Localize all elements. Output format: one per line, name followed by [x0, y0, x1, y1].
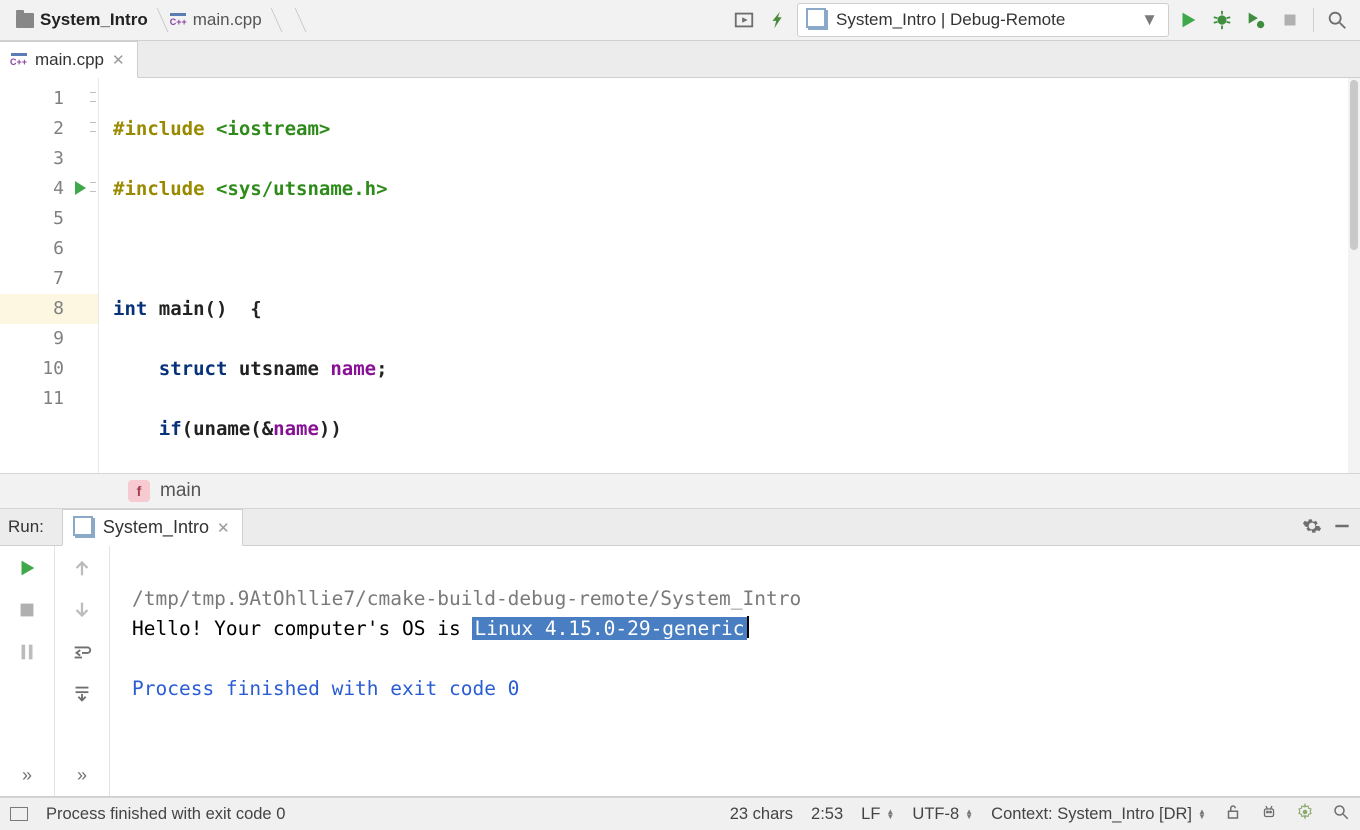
- code-token: utsname: [227, 358, 330, 380]
- status-context[interactable]: Context: System_Intro [DR]▲▼: [991, 805, 1206, 824]
- code-token: )): [319, 418, 342, 440]
- run-panel-label: Run:: [8, 517, 44, 537]
- soft-wrap-button[interactable]: [70, 640, 94, 664]
- line-number: 9: [53, 328, 64, 349]
- code-token: int: [113, 298, 147, 320]
- run-button[interactable]: [1173, 5, 1203, 35]
- toolbar-separator: [1313, 8, 1314, 32]
- status-chars: 23 chars: [730, 805, 793, 824]
- line-number: 11: [42, 388, 64, 409]
- run-gutter-icon[interactable]: [75, 181, 86, 195]
- cpp-file-icon: C++: [10, 53, 27, 67]
- status-encoding[interactable]: UTF-8▲▼: [912, 805, 973, 824]
- line-number: 1: [53, 88, 64, 109]
- scroll-to-end-button[interactable]: [70, 682, 94, 706]
- pause-button[interactable]: [15, 640, 39, 664]
- run-panel: » » /tmp/tmp.9AtOhllie7/cmake-build-debu…: [0, 546, 1360, 797]
- down-stack-button[interactable]: [70, 598, 94, 622]
- code-token: <iostream>: [216, 118, 330, 140]
- status-eol[interactable]: LF▲▼: [861, 805, 894, 824]
- up-stack-button[interactable]: [70, 556, 94, 580]
- ide-avatar-icon[interactable]: [1260, 803, 1278, 826]
- stop-button[interactable]: [1275, 5, 1305, 35]
- console-line: Process finished with exit code 0: [132, 677, 519, 700]
- close-tab-icon[interactable]: ✕: [112, 51, 125, 69]
- line-number: 2: [53, 118, 64, 139]
- tab-main-cpp[interactable]: C++ main.cpp ✕: [0, 41, 138, 78]
- more-actions[interactable]: »: [22, 765, 32, 786]
- console-line: /tmp/tmp.9AtOhllie7/cmake-build-debug-re…: [132, 587, 801, 610]
- chevron-down-icon: ▼: [1141, 10, 1158, 30]
- line-number: 6: [53, 238, 64, 259]
- function-icon: f: [128, 480, 150, 502]
- run-toolbar-left: »: [0, 546, 55, 796]
- build-button[interactable]: [763, 5, 793, 35]
- run-config-selector[interactable]: System_Intro | Debug-Remote ▼: [797, 3, 1169, 37]
- status-caret[interactable]: 2:53: [811, 805, 843, 824]
- tab-label: main.cpp: [35, 50, 104, 70]
- more-actions[interactable]: »: [77, 765, 87, 786]
- run-panel-header: Run: System_Intro ✕: [0, 509, 1360, 546]
- search-icon[interactable]: [1332, 803, 1350, 826]
- console-line: Hello! Your computer's OS is: [132, 617, 472, 640]
- line-number: 10: [42, 358, 64, 379]
- line-number: 8: [53, 298, 64, 319]
- code-token: struct: [113, 358, 227, 380]
- code-token: #include: [113, 178, 216, 200]
- line-gutter: 1 2 3 4 5 6 7 8 9 10 11: [0, 78, 99, 473]
- run-toolbar-left2: »: [55, 546, 110, 796]
- code-token: #include: [113, 118, 216, 140]
- run-target-button[interactable]: [729, 5, 759, 35]
- function-name: main: [160, 480, 201, 502]
- main-toolbar: System_Intro C++ main.cpp System_Intro |…: [0, 0, 1360, 41]
- folder-icon: [16, 13, 34, 28]
- minimize-icon[interactable]: [1332, 516, 1352, 539]
- status-bar: Process finished with exit code 0 23 cha…: [0, 797, 1360, 830]
- editor-tabs: C++ main.cpp ✕: [0, 41, 1360, 78]
- line-number: 7: [53, 268, 64, 289]
- console-output[interactable]: /tmp/tmp.9AtOhllie7/cmake-build-debug-re…: [110, 546, 1360, 796]
- line-number: 3: [53, 148, 64, 169]
- crumb-tail: [276, 5, 300, 35]
- run-config-label: System_Intro | Debug-Remote: [836, 10, 1065, 30]
- project-icon: [75, 518, 95, 538]
- line-number: 4: [53, 178, 64, 199]
- text-cursor: [747, 616, 749, 638]
- settings-icon[interactable]: [1302, 516, 1322, 539]
- crumb-project-label: System_Intro: [40, 10, 148, 30]
- stop-run-button[interactable]: [15, 598, 39, 622]
- crumb-file[interactable]: C++ main.cpp: [162, 5, 276, 35]
- code-editor[interactable]: 1 2 3 4 5 6 7 8 9 10 11 #include <iostre…: [0, 78, 1360, 473]
- crumb-project[interactable]: System_Intro: [8, 5, 162, 35]
- line-number: 5: [53, 208, 64, 229]
- code-token: main() {: [147, 298, 261, 320]
- function-breadcrumb[interactable]: f main: [0, 473, 1360, 509]
- status-message: Process finished with exit code 0: [46, 805, 285, 824]
- run-tab[interactable]: System_Intro ✕: [62, 509, 243, 546]
- editor-scrollbar[interactable]: [1348, 78, 1360, 473]
- debug-button[interactable]: [1207, 5, 1237, 35]
- run-tab-label: System_Intro: [103, 517, 209, 538]
- code-token: name: [330, 358, 376, 380]
- run-with-coverage-button[interactable]: [1241, 5, 1271, 35]
- tool-window-toggle[interactable]: [10, 807, 28, 821]
- cpp-file-icon: C++: [170, 13, 187, 27]
- close-tab-icon[interactable]: ✕: [217, 519, 230, 537]
- settings-icon[interactable]: [1296, 803, 1314, 826]
- lock-icon[interactable]: [1224, 803, 1242, 826]
- code-token: name: [273, 418, 319, 440]
- breadcrumb: System_Intro C++ main.cpp: [8, 0, 300, 40]
- crumb-file-label: main.cpp: [193, 10, 262, 30]
- code-token: <sys/utsname.h>: [216, 178, 388, 200]
- rerun-button[interactable]: [15, 556, 39, 580]
- code-area[interactable]: #include <iostream> #include <sys/utsnam…: [99, 78, 1360, 473]
- code-token: if: [113, 418, 182, 440]
- search-everywhere-button[interactable]: [1322, 5, 1352, 35]
- project-icon: [808, 10, 828, 30]
- code-token: (uname(&: [182, 418, 274, 440]
- console-selection: Linux 4.15.0-29-generic: [472, 617, 746, 640]
